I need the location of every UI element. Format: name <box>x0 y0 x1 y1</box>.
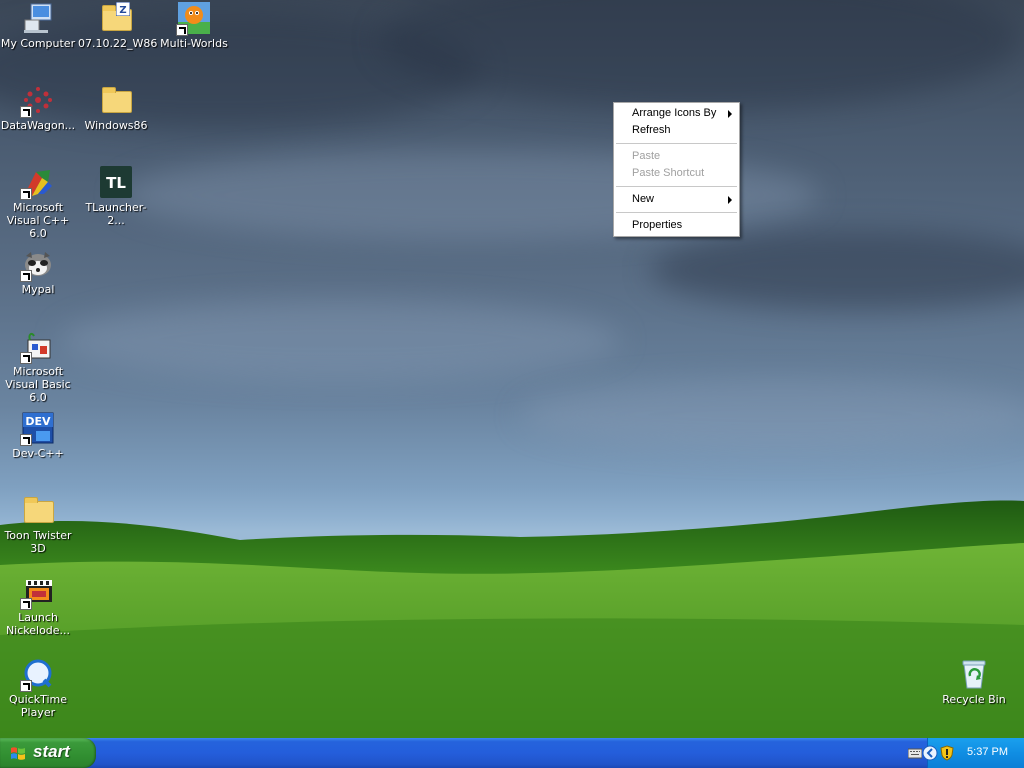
submenu-arrow-icon <box>728 110 732 118</box>
icon-label: Microsoft Visual Basic 6.0 <box>5 365 71 404</box>
folder-icon <box>22 494 54 526</box>
system-tray: 5:37 PM <box>908 738 1024 768</box>
icon-label: My Computer <box>0 37 76 50</box>
menu-item-arrange-icons-by[interactable]: Arrange Icons By <box>614 105 739 122</box>
tlauncher-icon: TL <box>100 166 132 198</box>
desktop[interactable]: My Computer DataWagon... Microsoft Visua… <box>0 0 1024 738</box>
sky-cloud <box>380 0 1020 110</box>
icon-label: DataWagon... <box>0 119 76 132</box>
windows-flag-icon <box>11 747 25 760</box>
multi-worlds-icon <box>176 2 210 36</box>
shortcut-arrow-icon <box>20 434 32 446</box>
submenu-arrow-icon <box>728 196 732 204</box>
menu-item-paste: Paste <box>614 148 739 165</box>
menu-item-label: Arrange Icons By <box>632 107 717 119</box>
icon-label: Windows86 <box>84 119 148 132</box>
my-computer-icon <box>22 2 54 34</box>
icon-label: QuickTime Player <box>8 693 68 719</box>
zip-folder-icon: Z <box>100 2 132 34</box>
green-hills <box>0 500 1024 738</box>
desktop-icon-mypal[interactable]: Mypal <box>0 248 76 296</box>
recycle-bin-icon <box>958 658 990 690</box>
desktop-icon-dev-cpp[interactable]: DEV Dev-C++ <box>0 412 76 460</box>
icon-label: TLauncher-2... <box>85 201 147 227</box>
icon-label: Recycle Bin <box>942 693 1006 706</box>
desktop-icon-windows86[interactable]: Windows86 <box>78 84 154 132</box>
start-label: start <box>33 742 70 761</box>
visual-basic-icon <box>20 330 54 364</box>
menu-item-label: New <box>632 193 655 205</box>
desktop-context-menu: Arrange Icons By Refresh Paste Paste Sho… <box>613 102 740 237</box>
icon-label: 07.10.22_W86 <box>78 37 158 50</box>
sky-cloud <box>60 300 620 380</box>
start-button[interactable]: start <box>0 738 96 768</box>
shortcut-arrow-icon <box>20 352 32 364</box>
tlauncher-badge-text: TL <box>106 174 126 192</box>
desktop-icon-multi-worlds[interactable]: Multi-Worlds <box>156 2 232 50</box>
icon-label: Toon Twister 3D <box>4 529 72 555</box>
sky-cloud <box>520 380 1024 450</box>
dev-cpp-badge-text: DEV <box>25 415 51 428</box>
menu-item-paste-shortcut: Paste Shortcut <box>614 165 739 182</box>
desktop-icon-quicktime[interactable]: QuickTime Player <box>0 658 76 719</box>
shortcut-arrow-icon <box>20 106 32 118</box>
visual-cpp-icon <box>20 166 54 200</box>
icon-label: Dev-C++ <box>12 447 64 460</box>
shortcut-arrow-icon <box>20 598 32 610</box>
nickelodeon-icon <box>20 576 54 610</box>
taskbar[interactable]: start 5:37 PM <box>0 738 1024 768</box>
shortcut-arrow-icon <box>20 680 32 692</box>
sky-cloud <box>650 230 1024 310</box>
security-shield-icon[interactable] <box>940 745 954 761</box>
datawagon-icon <box>20 84 54 118</box>
shortcut-arrow-icon <box>20 270 32 282</box>
desktop-icon-zip-folder[interactable]: Z 07.10.22_W86 <box>78 2 158 50</box>
menu-separator <box>616 143 737 144</box>
shortcut-arrow-icon <box>176 24 188 36</box>
menu-separator <box>616 186 737 187</box>
desktop-icon-my-computer[interactable]: My Computer <box>0 2 76 50</box>
dev-cpp-icon: DEV <box>20 412 54 446</box>
desktop-icon-nickelodeon[interactable]: Launch Nickelode... <box>0 576 76 637</box>
svg-text:Z: Z <box>119 5 126 16</box>
show-hidden-icons-chevron-icon[interactable] <box>922 745 938 761</box>
taskbar-clock[interactable]: 5:37 PM <box>967 746 1008 758</box>
menu-item-properties[interactable]: Properties <box>614 217 739 234</box>
icon-label: Launch Nickelode... <box>5 611 71 637</box>
menu-separator <box>616 212 737 213</box>
menu-item-label: Properties <box>632 219 683 231</box>
desktop-icon-tlauncher[interactable]: TL TLauncher-2... <box>78 166 154 227</box>
desktop-icon-toon-twister[interactable]: Toon Twister 3D <box>0 494 76 555</box>
quicktime-icon <box>20 658 54 692</box>
menu-item-label: Refresh <box>632 124 671 136</box>
desktop-icon-recycle-bin[interactable]: Recycle Bin <box>936 658 1012 706</box>
mypal-icon <box>20 248 54 282</box>
folder-icon <box>100 84 132 116</box>
menu-item-label: Paste Shortcut <box>632 167 705 179</box>
icon-label: Microsoft Visual C++ 6.0 <box>6 201 70 240</box>
desktop-icon-datawagon[interactable]: DataWagon... <box>0 84 76 132</box>
menu-item-new[interactable]: New <box>614 191 739 208</box>
icon-label: Mypal <box>21 283 55 296</box>
menu-item-label: Paste <box>632 150 661 162</box>
shortcut-arrow-icon <box>20 188 32 200</box>
icon-label: Multi-Worlds <box>160 37 228 50</box>
menu-item-refresh[interactable]: Refresh <box>614 122 739 139</box>
keyboard-icon[interactable] <box>908 747 922 759</box>
desktop-icon-visual-cpp[interactable]: Microsoft Visual C++ 6.0 <box>0 166 76 240</box>
desktop-icon-visual-basic[interactable]: Microsoft Visual Basic 6.0 <box>0 330 76 404</box>
